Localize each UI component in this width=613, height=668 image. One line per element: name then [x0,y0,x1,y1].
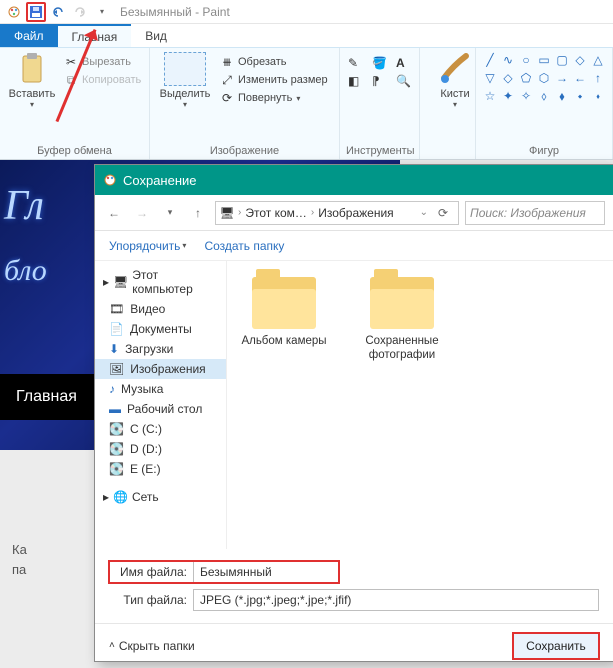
pc-icon: 🖥 [220,206,234,220]
crop-icon: ⧻ [220,55,234,69]
nav-back-button[interactable]: ← [103,202,125,224]
breadcrumb-dropdown[interactable]: ⌄ [420,207,428,218]
text-tool[interactable]: A [396,56,416,70]
tree-downloads[interactable]: ⬇Загрузки [95,339,226,359]
nav-fwd-button[interactable]: → [131,202,153,224]
paint-app-icon [103,173,117,187]
group-clipboard: Буфер обмена [6,143,143,157]
filetype-select[interactable]: JPEG (*.jpg;*.jpeg;*.jpe;*.jfif) [193,589,599,611]
tree-thispc[interactable]: ▸🖥Этот компьютер [95,265,226,299]
group-shapes: Фигур [482,143,606,157]
tree-documents[interactable]: 📄Документы [95,319,226,339]
fill-tool[interactable]: 🪣 [372,56,392,70]
undo-button[interactable] [48,2,68,22]
paint-app-icon [4,2,24,22]
group-tools: Инструменты [346,143,413,157]
group-image: Изображение [156,143,333,157]
tab-home[interactable]: Главная [58,24,132,47]
tree-drive-c[interactable]: 💽C (С:) [95,419,226,439]
breadcrumb-current[interactable]: Изображения [318,206,393,220]
save-button[interactable]: Сохранить [513,633,599,659]
cropped-text: Ка па [12,540,27,579]
address-bar[interactable]: 🖥 › Этот ком… › Изображения ⌄ ⟳ [215,201,459,225]
tree-network[interactable]: ▸🌐Сеть [95,487,226,507]
organize-button[interactable]: Упорядочить ▾ [109,239,186,253]
tree-music[interactable]: ♪Музыка [95,379,226,399]
dialog-title: Сохранение [123,173,197,188]
rotate-button[interactable]: ⟳ Повернуть ▾ [220,91,328,105]
refresh-button[interactable]: ⟳ [432,202,454,224]
paste-button[interactable]: Вставить ▾ [6,52,58,109]
nav-up-button[interactable]: ↑ [187,202,209,224]
redo-button[interactable] [70,2,90,22]
filename-label: Имя файла: [109,565,187,579]
hide-folders-toggle[interactable]: ˄ Скрыть папки [109,639,195,653]
tree-pictures[interactable]: 🖼Изображения [95,359,226,379]
new-folder-button[interactable]: Создать папку [204,239,284,253]
tab-file[interactable]: Файл [0,24,58,47]
resize-icon: ⤢ [220,73,234,87]
save-dialog: Сохранение ← → ▾ ↑ 🖥 › Этот ком… › Изобр… [94,164,613,662]
nav-history-button[interactable]: ▾ [159,202,181,224]
tree-drive-e[interactable]: 💽E (E:) [95,459,226,479]
select-rect-icon [164,52,206,86]
shapes-gallery[interactable]: ╱∿○▭▢◇△ ▽◇⬠⬡→←↑ ☆✦✧⬨⬧⬩⬪ [482,52,606,104]
resize-button[interactable]: ⤢ Изменить размер [220,73,328,87]
tree-drive-d[interactable]: 💽D (D:) [95,439,226,459]
folder-saved-pictures[interactable]: Сохраненные фотографии [357,277,447,363]
window-title: Безымянный - Paint [120,5,230,19]
tree-videos[interactable]: 🎞Видео [95,299,226,319]
canvas-text-1: Гл [4,182,44,230]
brush-icon [438,52,472,86]
copy-button[interactable]: ⧉ Копировать [64,73,141,87]
title-bar: ▾ Безымянный - Paint [0,0,613,24]
eraser-tool[interactable]: ◧ [348,74,368,88]
search-box[interactable]: Поиск: Изображения [465,201,605,225]
select-button[interactable]: Выделить ▾ [156,52,214,109]
zoom-tool[interactable]: 🔍 [396,74,416,88]
save-qat-button[interactable] [26,2,46,22]
chevron-up-icon: ˄ [109,640,115,651]
nav-tree[interactable]: ▸🖥Этот компьютер 🎞Видео 📄Документы ⬇Загр… [95,261,227,549]
filetype-label: Тип файла: [109,593,187,607]
crop-button[interactable]: ⧻ Обрезать [220,55,328,69]
pencil-tool[interactable]: ✎ [348,56,368,70]
ribbon: Вставить ▾ ✂ Вырезать ⧉ Копировать Буфер… [0,48,613,160]
folder-content[interactable]: Альбом камеры Сохраненные фотографии [227,261,613,549]
rotate-icon: ⟳ [220,91,234,105]
canvas-text-2: бло [4,254,47,288]
picker-tool[interactable]: ⁋ [372,74,392,88]
copy-icon: ⧉ [64,73,78,87]
dialog-titlebar: Сохранение [95,165,613,195]
ribbon-tabs: Файл Главная Вид [0,24,613,48]
cut-button[interactable]: ✂ Вырезать [64,55,141,69]
folder-camera-roll[interactable]: Альбом камеры [239,277,329,349]
scissors-icon: ✂ [64,55,78,69]
qat-dropdown[interactable]: ▾ [92,2,112,22]
tree-desktop[interactable]: ▬Рабочий стол [95,399,226,419]
tab-view[interactable]: Вид [131,24,181,47]
filename-input[interactable]: Безымянный [193,561,339,583]
breadcrumb-root[interactable]: Этот ком… [245,206,307,220]
